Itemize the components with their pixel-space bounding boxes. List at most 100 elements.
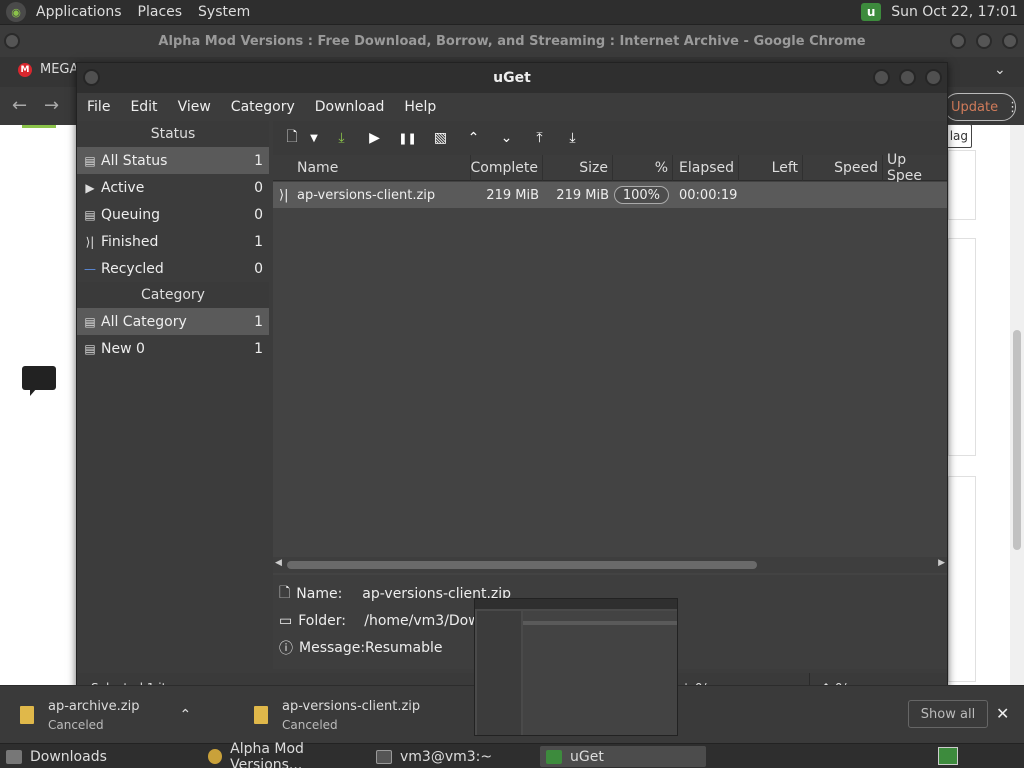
download-item[interactable]: ap-archive.zip Canceled ⌃ bbox=[20, 686, 191, 744]
horizontal-scrollbar[interactable]: ◀ ▶ bbox=[273, 557, 947, 573]
column-left[interactable]: Left bbox=[739, 155, 803, 181]
status-finished[interactable]: ⟩| Finished 1 bbox=[77, 228, 269, 255]
status-count: 0 bbox=[254, 206, 263, 223]
status-count: 0 bbox=[254, 179, 263, 196]
zip-file-icon bbox=[254, 706, 268, 724]
start-icon[interactable]: ▶ bbox=[358, 125, 391, 151]
new-download-icon[interactable]: 🗋 bbox=[281, 125, 303, 151]
chrome-minimize-button[interactable] bbox=[950, 33, 966, 49]
download-elapsed: 00:00:19 bbox=[679, 187, 738, 203]
uget-title-text: uGet bbox=[493, 70, 531, 86]
chat-bubble-icon[interactable] bbox=[22, 366, 56, 396]
detail-folder-row: ▭ Folder: /home/vm3/Down bbox=[279, 608, 489, 634]
menu-system[interactable]: System bbox=[190, 4, 258, 20]
chrome-close-button[interactable] bbox=[1002, 33, 1018, 49]
finished-icon: ⟩| bbox=[85, 234, 95, 249]
menu-help[interactable]: Help bbox=[394, 99, 446, 115]
category-count: 1 bbox=[254, 340, 263, 357]
column-up-speed[interactable]: Up Spee bbox=[883, 152, 947, 184]
taskbar-item-chrome[interactable]: Alpha Mod Versions... bbox=[202, 741, 372, 768]
status-active[interactable]: ▶ Active 0 bbox=[77, 174, 269, 201]
uget-maximize-button[interactable] bbox=[899, 69, 916, 86]
chevron-down-icon[interactable]: ⌄ bbox=[994, 62, 1006, 78]
menu-edit[interactable]: Edit bbox=[120, 99, 167, 115]
taskbar-item-downloads[interactable]: Downloads bbox=[0, 746, 200, 767]
uget-icon bbox=[546, 749, 562, 764]
folder-icon bbox=[6, 749, 22, 764]
menu-download[interactable]: Download bbox=[305, 99, 395, 115]
category-all[interactable]: ▤ All Category 1 bbox=[77, 308, 269, 335]
back-arrow-icon[interactable]: ← bbox=[12, 95, 27, 116]
move-up-icon[interactable]: ⌃ bbox=[457, 125, 490, 151]
table-row[interactable]: ⟩| ap-versions-client.zip 219 MiB 219 Mi… bbox=[273, 182, 947, 208]
forward-arrow-icon[interactable]: → bbox=[44, 95, 59, 116]
page-card bbox=[948, 476, 976, 682]
uget-minimize-button[interactable] bbox=[873, 69, 890, 86]
taskbar-item-uget[interactable]: uGet bbox=[540, 746, 706, 767]
chrome-maximize-button[interactable] bbox=[976, 33, 992, 49]
scrollbar-thumb[interactable] bbox=[1013, 330, 1021, 550]
column-size[interactable]: Size bbox=[543, 155, 613, 181]
uget-close-button[interactable] bbox=[925, 69, 942, 86]
column-name[interactable]: Name bbox=[273, 155, 471, 181]
finished-icon: ⟩| bbox=[279, 187, 289, 203]
flag-button[interactable]: lag bbox=[946, 124, 972, 148]
detail-message-row: ⓘ Message: Resumable bbox=[279, 635, 443, 661]
status-queuing[interactable]: ▤ Queuing 0 bbox=[77, 201, 269, 228]
download-name: ap-versions-client.zip bbox=[297, 187, 436, 203]
uget-window-preview[interactable] bbox=[474, 598, 678, 736]
taskbar-label: Alpha Mod Versions... bbox=[230, 740, 304, 768]
uget-title-bar[interactable]: uGet bbox=[77, 63, 947, 93]
taskbar-label: vm3@vm3:~ bbox=[400, 748, 493, 765]
status-label: Finished bbox=[101, 233, 159, 250]
play-icon: ▶ bbox=[85, 180, 95, 195]
chevron-up-icon[interactable]: ⌃ bbox=[179, 707, 191, 723]
chrome-menu-button[interactable] bbox=[4, 33, 20, 49]
menu-file[interactable]: File bbox=[77, 99, 120, 115]
preview-main bbox=[523, 611, 677, 735]
file-icon: 🗋 bbox=[279, 585, 291, 601]
move-top-icon[interactable]: ⤒ bbox=[523, 125, 556, 151]
category-new-0[interactable]: ▤ New 0 1 bbox=[77, 335, 269, 362]
taskbar-item-terminal[interactable]: vm3@vm3:~ bbox=[370, 746, 538, 767]
show-all-button[interactable]: Show all bbox=[908, 700, 988, 728]
menu-applications[interactable]: Applications bbox=[28, 4, 130, 20]
distro-logo-icon[interactable]: ◉ bbox=[6, 2, 26, 22]
clock[interactable]: Sun Oct 22, 17:01 bbox=[891, 4, 1018, 20]
status-all[interactable]: ▤ All Status 1 bbox=[77, 147, 269, 174]
progress-pill: 100% bbox=[613, 186, 669, 204]
menu-view[interactable]: View bbox=[168, 99, 221, 115]
dropdown-arrow-icon[interactable]: ▼ bbox=[303, 125, 325, 151]
menu-category[interactable]: Category bbox=[221, 99, 305, 115]
move-bottom-icon[interactable]: ⤓ bbox=[556, 125, 589, 151]
all-status-icon: ▤ bbox=[84, 153, 96, 168]
detail-label: Folder: bbox=[298, 613, 346, 629]
uget-tray-icon[interactable]: u bbox=[861, 3, 882, 21]
close-icon[interactable]: ✕ bbox=[996, 704, 1009, 723]
download-item-status: Canceled bbox=[282, 717, 338, 732]
scroll-right-icon[interactable]: ▶ bbox=[938, 558, 945, 568]
column-elapsed[interactable]: Elapsed bbox=[673, 155, 739, 181]
chrome-update-button[interactable]: Update ⋮ bbox=[944, 93, 1019, 121]
chrome-page-scrollbar[interactable] bbox=[1010, 125, 1024, 685]
column-speed[interactable]: Speed bbox=[803, 155, 883, 181]
category-label: New 0 bbox=[101, 340, 145, 357]
category-icon: ▤ bbox=[84, 314, 96, 329]
workspace-switcher-icon[interactable] bbox=[938, 747, 958, 765]
preview-sidebar bbox=[477, 611, 521, 735]
chrome-tab-mega[interactable]: M MEGA bbox=[18, 62, 78, 77]
download-list-header: Name Complete Size % Elapsed Left Speed … bbox=[273, 152, 947, 184]
page-card bbox=[948, 150, 976, 220]
pause-icon[interactable]: ❚❚ bbox=[391, 125, 424, 151]
uget-window-menu-button[interactable] bbox=[83, 69, 100, 86]
status-recycled[interactable]: — Recycled 0 bbox=[77, 255, 269, 282]
scrollbar-thumb[interactable] bbox=[287, 561, 757, 569]
scroll-left-icon[interactable]: ◀ bbox=[275, 558, 282, 568]
move-down-icon[interactable]: ⌄ bbox=[490, 125, 523, 151]
column-percent[interactable]: % bbox=[613, 155, 673, 181]
menu-places[interactable]: Places bbox=[130, 4, 191, 20]
column-complete[interactable]: Complete bbox=[471, 155, 543, 181]
properties-icon[interactable]: ▧ bbox=[424, 125, 457, 151]
download-item[interactable]: ap-versions-client.zip Canceled bbox=[254, 686, 420, 744]
download-icon[interactable]: ⤓ bbox=[325, 125, 358, 151]
